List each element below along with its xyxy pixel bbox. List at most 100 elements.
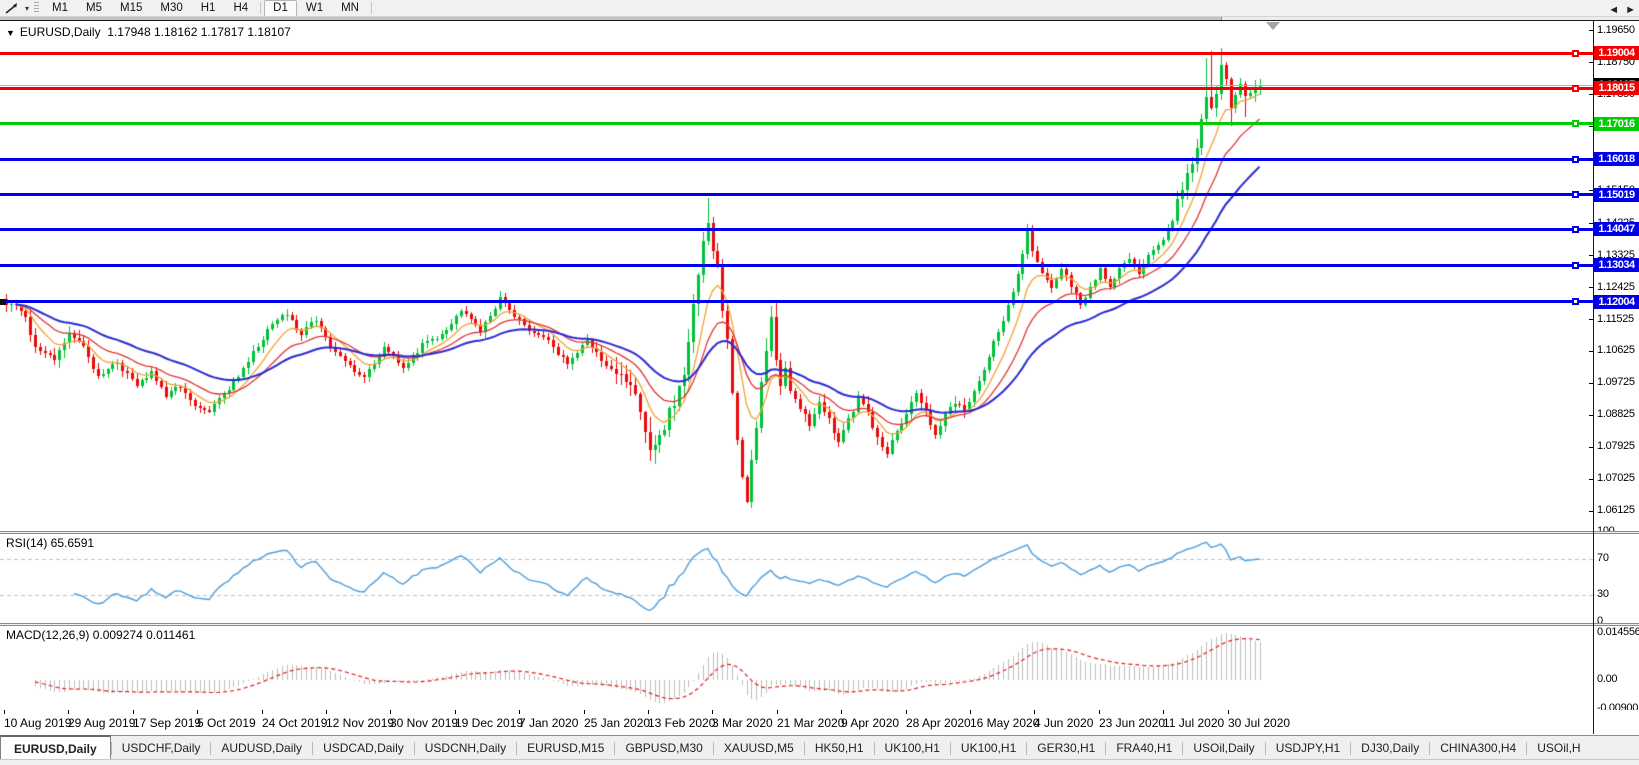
chart-tab-usoil-daily[interactable]: USOil,Daily	[1183, 736, 1264, 760]
chart-tab-usdjpy-h1[interactable]: USDJPY,H1	[1266, 736, 1350, 760]
date-axis-label: 9 Apr 2020	[841, 716, 900, 730]
timeframe-button-m1[interactable]: M1	[43, 0, 77, 17]
line-anchor-marker[interactable]	[1572, 85, 1579, 92]
chart-tab-usdchf-daily[interactable]: USDCHF,Daily	[112, 736, 211, 760]
date-tick-mark	[1099, 710, 1100, 714]
line-anchor-marker[interactable]	[1572, 226, 1579, 233]
level-price-tag: 1.13034	[1594, 258, 1639, 272]
date-axis-label: 12 Nov 2019	[326, 716, 395, 730]
chart-shift-marker[interactable]	[1266, 22, 1280, 30]
chart-tab-fra40-h1[interactable]: FRA40,H1	[1106, 736, 1182, 760]
date-axis-label: 5 Oct 2019	[197, 716, 256, 730]
date-tick-mark	[4, 710, 5, 714]
chart-tab-usdcnh-daily[interactable]: USDCNH,Daily	[415, 736, 516, 760]
status-strip	[0, 759, 1639, 765]
level-price-tag: 1.17016	[1594, 117, 1639, 131]
date-tick-mark	[584, 710, 585, 714]
date-axis-label: 4 Jun 2020	[1034, 716, 1094, 730]
chart-tab-bar: EURUSD,Daily USDCHF,Daily AUDUSD,Daily USDC…	[0, 735, 1639, 760]
timeframe-button-m30[interactable]: M30	[151, 0, 191, 17]
collapse-triangle-icon[interactable]: ▼	[6, 28, 15, 38]
timeframe-button-h1[interactable]: H1	[192, 0, 225, 17]
date-axis-label: 29 Aug 2019	[68, 716, 136, 730]
date-axis-label: 30 Jul 2020	[1228, 716, 1291, 730]
ohlc-quote-line: 1.17948 1.18162 1.17817 1.18107	[107, 25, 291, 39]
horizontal-level-line[interactable]	[0, 122, 1593, 125]
chart-tab-audusd-daily[interactable]: AUDUSD,Daily	[211, 736, 312, 760]
chart-tab-hk50-h1[interactable]: HK50,H1	[805, 736, 874, 760]
chart-tab-uk100-h1[interactable]: UK100,H1	[875, 736, 950, 760]
rsi-indicator-label: RSI(14) 65.6591	[6, 536, 95, 550]
price-axis-label: 1.06125	[1597, 504, 1635, 516]
date-tick-mark	[390, 710, 391, 714]
horizontal-level-line[interactable]	[0, 228, 1593, 231]
tab-scroll-arrows: ◄ ►	[1608, 4, 1636, 16]
chart-tab-usoil-h[interactable]: USOil,H	[1527, 736, 1590, 760]
price-axis-label: 1.08825	[1597, 408, 1635, 420]
date-tick-mark	[68, 710, 69, 714]
date-axis-label: 17 Sep 2019	[133, 716, 202, 730]
date-axis-label: 13 Feb 2020	[648, 716, 716, 730]
date-axis-label: 11 Jul 2020	[1163, 716, 1225, 730]
horizontal-level-line[interactable]	[0, 193, 1593, 196]
chart-tab-eurusd-daily[interactable]: EURUSD,Daily	[0, 735, 111, 760]
chart-tab-dj30-daily[interactable]: DJ30,Daily	[1351, 736, 1429, 760]
timeframe-button-h4[interactable]: H4	[224, 0, 257, 17]
chart-title: ▼ EURUSD,Daily 1.17948 1.18162 1.17817 1.…	[6, 25, 291, 39]
horizontal-level-line[interactable]	[0, 158, 1593, 161]
chart-tab-gbpusd-m30[interactable]: GBPUSD,M30	[615, 736, 712, 760]
chart-tab-china300-h4[interactable]: CHINA300,H4	[1430, 736, 1526, 760]
date-tick-mark	[1228, 710, 1229, 714]
timeframe-button-mn[interactable]: MN	[332, 0, 368, 17]
pane-splitter-rsi[interactable]	[0, 531, 1639, 534]
symbol-period-label: EURUSD,Daily	[19, 25, 101, 39]
line-anchor-marker[interactable]	[1572, 50, 1579, 57]
toolbar-separator	[370, 2, 372, 14]
timeframe-button-w1[interactable]: W1	[297, 0, 332, 17]
date-tick-mark	[841, 710, 842, 714]
chart-tab-ger30-h1[interactable]: GER30,H1	[1027, 736, 1105, 760]
line-anchor-marker[interactable]	[1572, 298, 1579, 305]
macd-axis-label: 0.00	[1597, 673, 1618, 685]
line-left-handle[interactable]	[0, 299, 6, 305]
date-axis-label: 30 Nov 2019	[390, 716, 459, 730]
line-anchor-marker[interactable]	[1572, 156, 1579, 163]
line-anchor-marker[interactable]	[1572, 262, 1579, 269]
date-tick-mark	[1163, 710, 1164, 714]
timeframe-button-m5[interactable]: M5	[77, 0, 111, 17]
horizontal-level-line[interactable]	[0, 52, 1593, 55]
pane-splitter-macd[interactable]	[0, 623, 1639, 626]
level-price-tag: 1.14047	[1594, 222, 1639, 236]
chart-tab-eurusd-m15[interactable]: EURUSD,M15	[517, 736, 614, 760]
date-axis-label: 23 Jun 2020	[1099, 716, 1166, 730]
date-tick-mark	[326, 710, 327, 714]
date-axis-label: 19 Dec 2019	[455, 716, 524, 730]
chart-tab-usdcad-daily[interactable]: USDCAD,Daily	[313, 736, 414, 760]
horizontal-level-line[interactable]	[0, 87, 1593, 90]
level-price-tag: 1.12004	[1594, 295, 1639, 309]
date-tick-mark	[519, 710, 520, 714]
chart-tab-uk100-h1[interactable]: UK100,H1	[951, 736, 1026, 760]
tab-scroll-right-icon[interactable]: ►	[1625, 4, 1636, 16]
line-anchor-marker[interactable]	[1572, 191, 1579, 198]
line-anchor-marker[interactable]	[1572, 120, 1579, 127]
level-price-tag: 1.19004	[1594, 46, 1639, 60]
date-axis-label: 7 Jan 2020	[519, 716, 579, 730]
toolbar-drag-handle[interactable]	[34, 2, 40, 14]
chevron-down-icon[interactable]: ▾	[22, 4, 32, 13]
timeframe-button-d1[interactable]: D1	[264, 0, 297, 17]
level-price-tag: 1.18015	[1594, 81, 1639, 95]
date-axis-label: 24 Oct 2019	[262, 716, 328, 730]
date-tick-mark	[197, 710, 198, 714]
rsi-axis-label: 70	[1597, 552, 1609, 564]
rsi-axis-label: 30	[1597, 588, 1609, 600]
date-tick-mark	[970, 710, 971, 714]
date-tick-mark	[712, 710, 713, 714]
chart-tab-xauusd-m5[interactable]: XAUUSD,M5	[714, 736, 804, 760]
timeframe-button-m15[interactable]: M15	[111, 0, 151, 17]
cursor-tool-icon[interactable]	[0, 1, 22, 15]
horizontal-level-line[interactable]	[0, 264, 1593, 267]
horizontal-level-line[interactable]	[0, 300, 1593, 303]
date-tick-mark	[906, 710, 907, 714]
tab-scroll-left-icon[interactable]: ◄	[1608, 4, 1619, 16]
